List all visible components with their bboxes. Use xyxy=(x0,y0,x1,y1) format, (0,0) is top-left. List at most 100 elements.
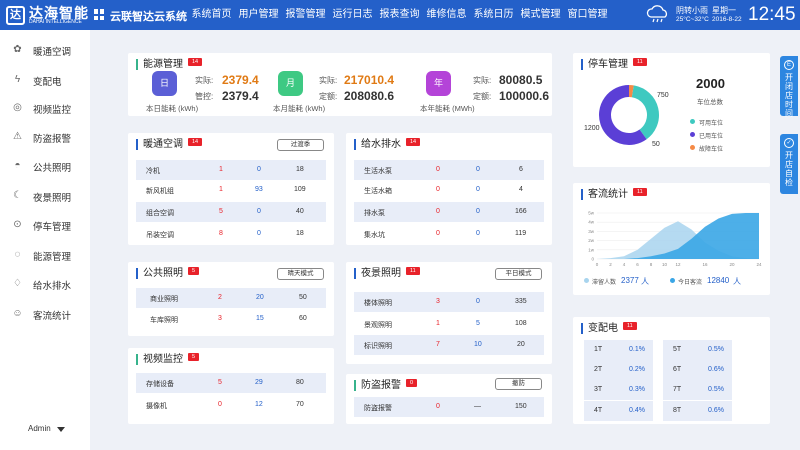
slice-label-available: 750 xyxy=(657,92,669,99)
admin-user[interactable]: Admin xyxy=(28,424,51,433)
store-hours-tab[interactable]: E 开闭店时间 xyxy=(780,56,798,118)
x-tick-label: 2 xyxy=(609,262,612,267)
nav-logs[interactable]: 运行日志 xyxy=(329,0,376,30)
parking-icon: ⊙ xyxy=(13,219,22,230)
sidebar-item-energy[interactable]: ◌ 能源管理 xyxy=(0,245,90,265)
nav-reports[interactable]: 报表查询 xyxy=(376,0,423,30)
table-row: 排水泵 0 0 166 xyxy=(354,202,544,222)
sidebar-item-antitheft[interactable]: ⚠ 防盗报警 xyxy=(0,127,90,147)
transformer-name: 7T xyxy=(673,386,682,393)
row-total: 119 xyxy=(515,230,527,237)
sidebar-item-public-light[interactable]: ◓ 公共照明 xyxy=(0,156,90,176)
year-planned: 100000.6 xyxy=(499,89,550,103)
row-name: 标识照明 xyxy=(364,343,392,350)
table-row: 集水坑 0 0 119 xyxy=(354,224,544,244)
traffic-area-chart: 01w2w3w4w5w0 2 4 6 8 10 12 16 20 24 xyxy=(588,211,762,268)
row-running: 0 xyxy=(476,166,480,173)
transformer-item: 2T 0.2% xyxy=(584,360,653,380)
row-name: 生活水箱 xyxy=(364,188,392,195)
table-row: 生活水泵 0 0 6 xyxy=(354,160,544,180)
moon-icon: ☾ xyxy=(13,190,22,201)
sidebar-item-video[interactable]: ◎ 视频监控 xyxy=(0,98,90,118)
legend-today: 今日客流 xyxy=(678,280,703,286)
table-row: 摄像机 0 12 70 xyxy=(136,395,326,415)
sidebar-item-night-light[interactable]: ☾ 夜景照明 xyxy=(0,186,90,206)
transformer-load: 0.3% xyxy=(629,386,645,393)
nav-calendar[interactable]: 系统日历 xyxy=(470,0,517,30)
row-name: 楼体照明 xyxy=(364,300,392,307)
row-alarm: 0 xyxy=(436,186,440,193)
row-alarm: 0 xyxy=(436,208,440,215)
public-light-mode-button[interactable]: 晴天模式 xyxy=(277,268,324,280)
top-bar: 达 达海智能 DAHAI INTELLIGENCE 云联智达云系统 系统首页 用… xyxy=(0,0,800,30)
card-title: 给水排水 14 xyxy=(354,138,421,150)
slice-label-fault: 50 xyxy=(652,141,660,148)
today-value: 12840 xyxy=(707,276,730,285)
self-check-tab[interactable]: ✓ 开店自检 xyxy=(780,134,798,194)
row-alarm: 3 xyxy=(218,315,222,322)
brand-logo[interactable]: 达 达海智能 DAHAI INTELLIGENCE xyxy=(4,3,88,27)
row-name: 存储设备 xyxy=(146,381,174,388)
card-title: 停车管理 11 xyxy=(581,58,647,70)
sidebar-item-label: 客流统计 xyxy=(33,311,72,322)
row-alarm: 3 xyxy=(436,298,440,305)
table-row: 生活水箱 0 0 4 xyxy=(354,180,544,200)
alarm-badge: 14 xyxy=(188,58,203,66)
alarm-badge: 11 xyxy=(633,58,647,66)
transformer-name: 4T xyxy=(594,407,603,414)
lightning-icon: ϟ xyxy=(14,74,21,85)
chevron-down-icon[interactable] xyxy=(57,427,65,432)
sidebar-item-traffic[interactable]: ☺ 客流统计 xyxy=(0,304,90,324)
card-title-text: 暖通空调 xyxy=(143,139,183,150)
planned-label: 管控: xyxy=(195,92,214,101)
planned-label: 定额: xyxy=(319,92,338,101)
parking-donut-chart xyxy=(599,85,659,145)
transformer-load: 0.6% xyxy=(708,366,724,373)
nav-maintenance[interactable]: 维修信息 xyxy=(423,0,470,30)
sidebar-item-power[interactable]: ϟ 变配电 xyxy=(0,70,90,90)
row-running: — xyxy=(474,403,481,410)
y-tick-label: 2w xyxy=(588,238,595,243)
row-total: 335 xyxy=(515,298,527,305)
y-tick-label: 5w xyxy=(588,211,595,216)
x-tick-label: 4 xyxy=(623,262,626,267)
nav-alarms[interactable]: 报警管理 xyxy=(282,0,329,30)
row-alarm: 7 xyxy=(436,341,440,348)
sidebar-item-water[interactable]: ♢ 给水排水 xyxy=(0,274,90,294)
transformer-item: 8T 0.6% xyxy=(663,401,732,421)
alarm-badge: 0 xyxy=(406,379,418,387)
month-actual: 217010.4 xyxy=(344,73,395,87)
hvac-mode-button[interactable]: 过渡季 xyxy=(277,139,324,151)
water-card: 给水排水 14 生活水泵 0 0 6 生活水箱 0 0 4 排水泵 0 0 166 集水坑 0 0 119 xyxy=(346,133,552,245)
card-title: 变配电 11 xyxy=(581,322,637,334)
row-total: 60 xyxy=(299,315,307,322)
disarm-button[interactable]: 撤防 xyxy=(495,378,542,390)
nav-home[interactable]: 系统首页 xyxy=(188,0,235,30)
transformer-load: 0.4% xyxy=(629,407,645,414)
card-title-text: 公共照明 xyxy=(143,268,183,279)
alarm-badge: 5 xyxy=(188,267,200,275)
calendar-day-icon: 日 xyxy=(152,71,177,96)
card-title: 能源管理 14 xyxy=(136,58,203,70)
row-total: 18 xyxy=(296,230,304,237)
x-tick-label: 10 xyxy=(662,262,668,267)
sidebar-item-hvac[interactable]: ✿ 暖通空调 xyxy=(0,40,90,60)
legend-used: 已用车位 xyxy=(699,134,724,140)
row-name: 组合空调 xyxy=(146,210,174,217)
nav-windows[interactable]: 窗口管理 xyxy=(564,0,611,30)
night-light-mode-button[interactable]: 平日模式 xyxy=(495,268,542,280)
nav-modes[interactable]: 模式管理 xyxy=(517,0,564,30)
row-name: 集水坑 xyxy=(364,232,385,239)
alarm-badge: 11 xyxy=(406,267,420,275)
row-alarm: 1 xyxy=(436,320,440,327)
x-tick-label: 20 xyxy=(729,262,735,267)
row-running: 0 xyxy=(257,208,261,215)
table-row: 楼体照明 3 0 335 xyxy=(354,292,544,312)
transformer-name: 3T xyxy=(594,386,603,393)
nav-users[interactable]: 用户管理 xyxy=(235,0,282,30)
sidebar-item-parking[interactable]: ⊙ 停车管理 xyxy=(0,215,90,235)
legend-swatch-retained xyxy=(584,278,589,283)
transformer-name: 1T xyxy=(594,346,603,353)
row-name: 冷机 xyxy=(146,168,160,175)
sidebar-item-label: 能源管理 xyxy=(33,252,72,263)
